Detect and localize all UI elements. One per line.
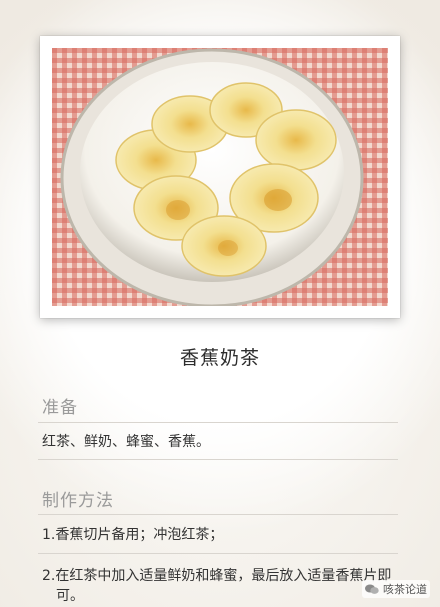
prep-heading: 准备 [42, 398, 78, 418]
recipe-title: 香蕉奶茶 [179, 347, 260, 369]
source-watermark: 咳茶论道 [362, 580, 430, 598]
banana-milk-tea-photo [52, 48, 388, 306]
method-step-2-line-1: 2.在红茶中加入适量鲜奶和蜂蜜，最后放入适量香蕉片即 [42, 568, 392, 584]
method-step-2-line-2: 可。 [56, 588, 84, 604]
method-step-1: 1.香蕉切片备用；冲泡红茶； [42, 527, 224, 543]
prep-bottom-divider [38, 459, 398, 460]
method-heading: 制作方法 [42, 491, 114, 511]
watermark-text: 咳茶论道 [383, 583, 427, 596]
prep-divider [38, 422, 398, 423]
method-step-divider [38, 553, 398, 554]
method-divider [38, 514, 398, 515]
wechat-icon [365, 584, 379, 595]
prep-ingredients: 红茶、鲜奶、蜂蜜、香蕉。 [42, 434, 210, 450]
recipe-photo-frame [40, 36, 400, 318]
